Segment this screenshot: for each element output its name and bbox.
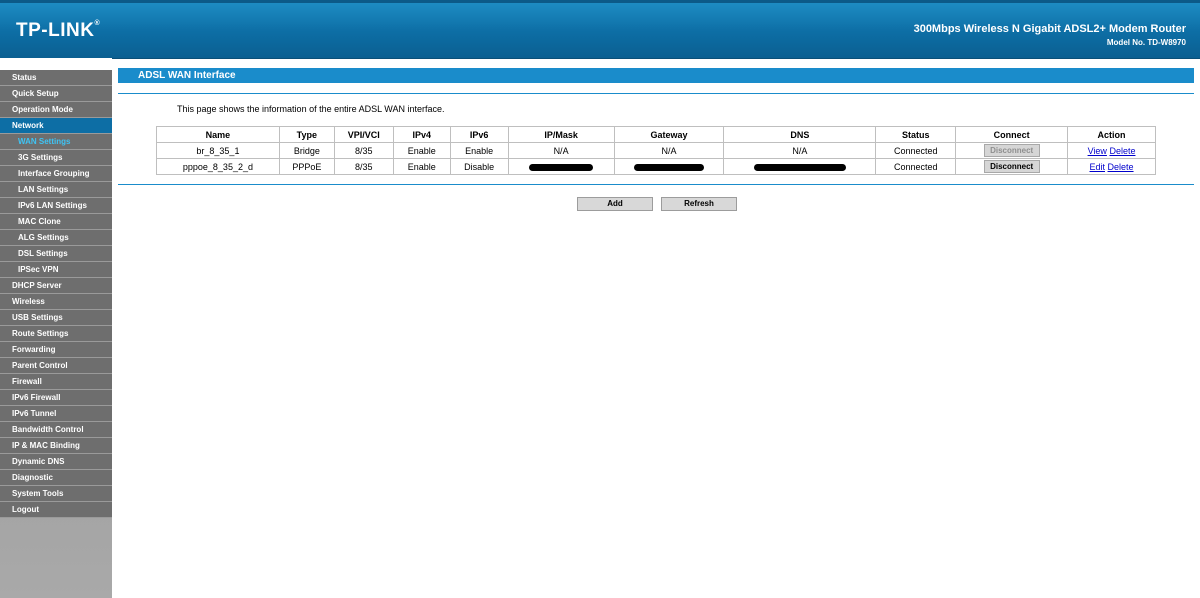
sidebar-item-logout[interactable]: Logout: [0, 502, 112, 518]
column-header: IPv4: [392, 126, 451, 143]
divider-bottom: [118, 184, 1194, 185]
column-header: IP/Mask: [507, 126, 615, 143]
cell-ipmask: [507, 158, 615, 175]
cell-ipmask: N/A: [507, 142, 615, 159]
column-header: Gateway: [613, 126, 725, 143]
product-name: 300Mbps Wireless N Gigabit ADSL2+ Modem …: [913, 23, 1186, 35]
sidebar-item-ipv6-lan-settings[interactable]: IPv6 LAN Settings: [0, 198, 112, 214]
cell-dns: N/A: [723, 142, 877, 159]
divider-top: [118, 93, 1194, 94]
cell-dns: [723, 158, 877, 175]
sidebar-item-operation-mode[interactable]: Operation Mode: [0, 102, 112, 118]
table-row: br_8_35_1 Bridge 8/35 Enable Enable N/A …: [156, 142, 1156, 159]
sidebar-item-dhcp-server[interactable]: DHCP Server: [0, 278, 112, 294]
sidebar-item-status[interactable]: Status: [0, 70, 112, 86]
delete-link[interactable]: Delete: [1108, 162, 1134, 172]
table-header-row: Name Type VPI/VCI IPv4 IPv6 IP/Mask Gate…: [156, 126, 1156, 143]
column-header: IPv6: [449, 126, 509, 143]
main-content: ADSL WAN Interface This page shows the i…: [118, 68, 1194, 588]
cell-action: View Delete: [1067, 142, 1156, 159]
sidebar-item-usb-settings[interactable]: USB Settings: [0, 310, 112, 326]
cell-gateway: [613, 158, 725, 175]
sidebar-item-interface-grouping[interactable]: Interface Grouping: [0, 166, 112, 182]
sidebar-item-firewall[interactable]: Firewall: [0, 374, 112, 390]
cell-name: br_8_35_1: [156, 142, 280, 159]
intro-text: This page shows the information of the e…: [177, 104, 445, 114]
delete-link[interactable]: Delete: [1109, 146, 1135, 156]
sidebar-item-bandwidth-control[interactable]: Bandwidth Control: [0, 422, 112, 438]
cell-vpivci: 8/35: [333, 158, 394, 175]
column-header: VPI/VCI: [333, 126, 394, 143]
cell-ipv4: Enable: [392, 158, 451, 175]
sidebar-item-ipv6-firewall[interactable]: IPv6 Firewall: [0, 390, 112, 406]
sidebar-item-lan-settings[interactable]: LAN Settings: [0, 182, 112, 198]
cell-status: Connected: [875, 142, 957, 159]
redacted-mark: [753, 163, 846, 171]
sidebar-item-wan-settings[interactable]: WAN Settings: [0, 134, 112, 150]
cell-name: pppoe_8_35_2_d: [156, 158, 280, 175]
disconnect-button: Disconnect: [983, 144, 1040, 157]
add-button[interactable]: Add: [577, 197, 653, 211]
column-header: Type: [278, 126, 335, 143]
sidebar-item-diagnostic[interactable]: Diagnostic: [0, 470, 112, 486]
cell-vpivci: 8/35: [333, 142, 394, 159]
cell-ipv6: Enable: [449, 142, 509, 159]
sidebar-item-3g-settings[interactable]: 3G Settings: [0, 150, 112, 166]
cell-ipv6: Disable: [449, 158, 509, 175]
sidebar-item-route-settings[interactable]: Route Settings: [0, 326, 112, 342]
redacted-mark: [529, 163, 594, 171]
column-header: Name: [156, 126, 280, 143]
sidebar-item-ipsec-vpn[interactable]: IPSec VPN: [0, 262, 112, 278]
logo: TP-LINK®: [16, 20, 101, 41]
cell-action: Edit Delete: [1067, 158, 1156, 175]
cell-connect: Disconnect: [955, 158, 1069, 175]
header-top-line: [0, 0, 1200, 3]
sidebar-gap: [0, 58, 112, 70]
wan-interface-table: Name Type VPI/VCI IPv4 IPv6 IP/Mask Gate…: [156, 126, 1156, 175]
sidebar-item-alg-settings[interactable]: ALG Settings: [0, 230, 112, 246]
cell-ipv4: Enable: [392, 142, 451, 159]
sidebar-item-quick-setup[interactable]: Quick Setup: [0, 86, 112, 102]
column-header: Action: [1067, 126, 1156, 143]
sidebar-item-dsl-settings[interactable]: DSL Settings: [0, 246, 112, 262]
sidebar-item-forwarding[interactable]: Forwarding: [0, 342, 112, 358]
cell-gateway: N/A: [613, 142, 725, 159]
sidebar-item-network[interactable]: Network: [0, 118, 112, 134]
view-link[interactable]: View: [1088, 146, 1107, 156]
cell-connect: Disconnect: [955, 142, 1069, 159]
cell-status: Connected: [875, 158, 957, 175]
redacted-mark: [633, 163, 704, 171]
model-number: Model No. TD-W8970: [1106, 38, 1186, 47]
column-header: DNS: [723, 126, 877, 143]
sidebar-item-wireless[interactable]: Wireless: [0, 294, 112, 310]
column-header: Connect: [955, 126, 1069, 143]
header: TP-LINK® 300Mbps Wireless N Gigabit ADSL…: [0, 0, 1200, 59]
table-row: pppoe_8_35_2_d PPPoE 8/35 Enable Disable…: [156, 158, 1156, 175]
sidebar-item-dynamic-dns[interactable]: Dynamic DNS: [0, 454, 112, 470]
sidebar-item-parent-control[interactable]: Parent Control: [0, 358, 112, 374]
sidebar-item-mac-clone[interactable]: MAC Clone: [0, 214, 112, 230]
edit-link[interactable]: Edit: [1090, 162, 1106, 172]
cell-type: Bridge: [278, 142, 335, 159]
page-title: ADSL WAN Interface: [118, 68, 1194, 83]
sidebar-item-system-tools[interactable]: System Tools: [0, 486, 112, 502]
sidebar-item-ip-mac-binding[interactable]: IP & MAC Binding: [0, 438, 112, 454]
column-header: Status: [875, 126, 957, 143]
refresh-button[interactable]: Refresh: [661, 197, 737, 211]
sidebar: Status Quick Setup Operation Mode Networ…: [0, 58, 112, 598]
cell-type: PPPoE: [278, 158, 335, 175]
sidebar-item-ipv6-tunnel[interactable]: IPv6 Tunnel: [0, 406, 112, 422]
disconnect-button[interactable]: Disconnect: [983, 160, 1040, 173]
